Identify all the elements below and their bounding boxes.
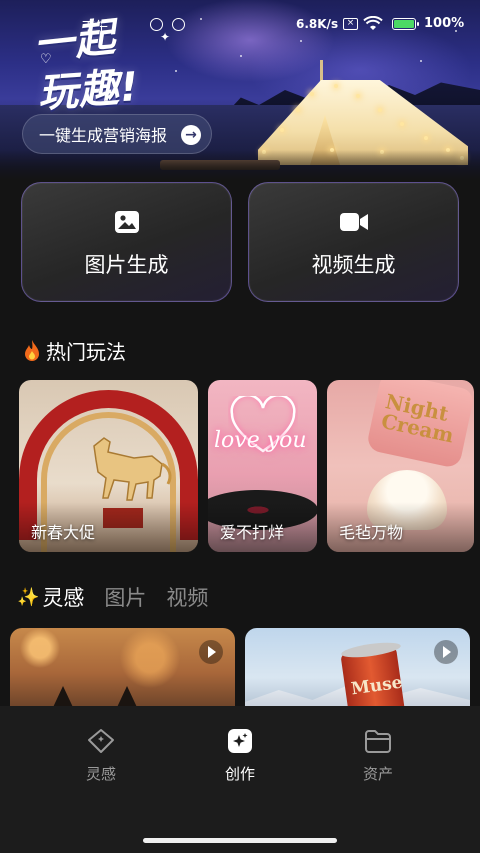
image-icon <box>114 211 139 233</box>
generate-poster-button[interactable]: 一键生成营销海报 → <box>22 114 212 154</box>
tab-images[interactable]: 图片 <box>104 582 146 612</box>
hot-card-label: 爱不打烊 <box>220 523 285 542</box>
sparkle-square-icon <box>228 729 252 753</box>
network-speed: 6.8K/s <box>296 17 339 31</box>
tab-videos[interactable]: 视频 <box>166 582 208 612</box>
hot-card-new-year[interactable]: 新春大促 <box>19 380 198 552</box>
hot-card-felt[interactable]: Night Cream 毛毡万物 <box>327 380 474 552</box>
play-icon[interactable] <box>434 640 458 664</box>
generate-poster-label: 一键生成营销海报 <box>39 126 168 145</box>
sim-off-icon: × <box>343 18 358 30</box>
sparkle-icon: ✦ <box>160 30 171 44</box>
nav-assets[interactable]: 资产 <box>338 726 418 784</box>
folder-icon <box>365 730 391 753</box>
hot-card-love[interactable]: love you 爱不打烊 <box>208 380 317 552</box>
video-camera-icon <box>339 213 368 231</box>
wifi-icon <box>363 16 383 30</box>
video-generate-card[interactable]: 视频生成 <box>248 182 459 302</box>
nav-inspiration-label: 灵感 <box>85 765 116 783</box>
hot-card-label: 新春大促 <box>31 523 96 542</box>
hero-title-line2: 玩趣! <box>36 63 141 117</box>
tab-inspiration[interactable]: 灵感 <box>42 582 84 612</box>
nav-create[interactable]: 创作 <box>200 726 280 784</box>
nav-create-label: 创作 <box>224 765 255 783</box>
play-icon[interactable] <box>199 640 223 664</box>
inspiration-tabs: ✨ 灵感 图片 视频 <box>17 582 228 612</box>
hero-banner[interactable]: 下午 6.8K/s × 100% 一起 玩趣! ♡ ✦ 一键生成营销海报 → <box>0 0 480 180</box>
nav-inspiration[interactable]: 灵感 <box>61 726 141 784</box>
hero-title: 一起 玩趣! <box>32 15 204 118</box>
diamond-sparkle-icon <box>88 729 114 753</box>
video-generate-label: 视频生成 <box>311 253 396 277</box>
nav-assets-label: 资产 <box>362 765 393 783</box>
feed-card-cat[interactable] <box>10 628 235 718</box>
home-indicator[interactable] <box>143 838 337 843</box>
image-generate-card[interactable]: 图片生成 <box>21 182 232 302</box>
fire-icon <box>25 339 39 361</box>
sparkles-icon: ✨ <box>17 586 40 608</box>
heart-icon: ♡ <box>40 52 52 67</box>
hot-section-title: 热门玩法 <box>22 336 126 365</box>
image-generate-label: 图片生成 <box>84 253 169 277</box>
hot-section-label: 热门玩法 <box>46 340 126 364</box>
arrow-right-icon: → <box>181 125 201 145</box>
bottom-nav: 灵感 创作 资产 <box>0 706 480 853</box>
feed-card-can[interactable]: Muse <box>245 628 470 718</box>
golden-horse-illustration <box>93 437 172 501</box>
neon-sign-text: love you <box>214 428 307 453</box>
battery-icon <box>392 18 419 30</box>
hot-card-label: 毛毡万物 <box>339 523 404 542</box>
battery-percent: 100% <box>424 16 465 31</box>
